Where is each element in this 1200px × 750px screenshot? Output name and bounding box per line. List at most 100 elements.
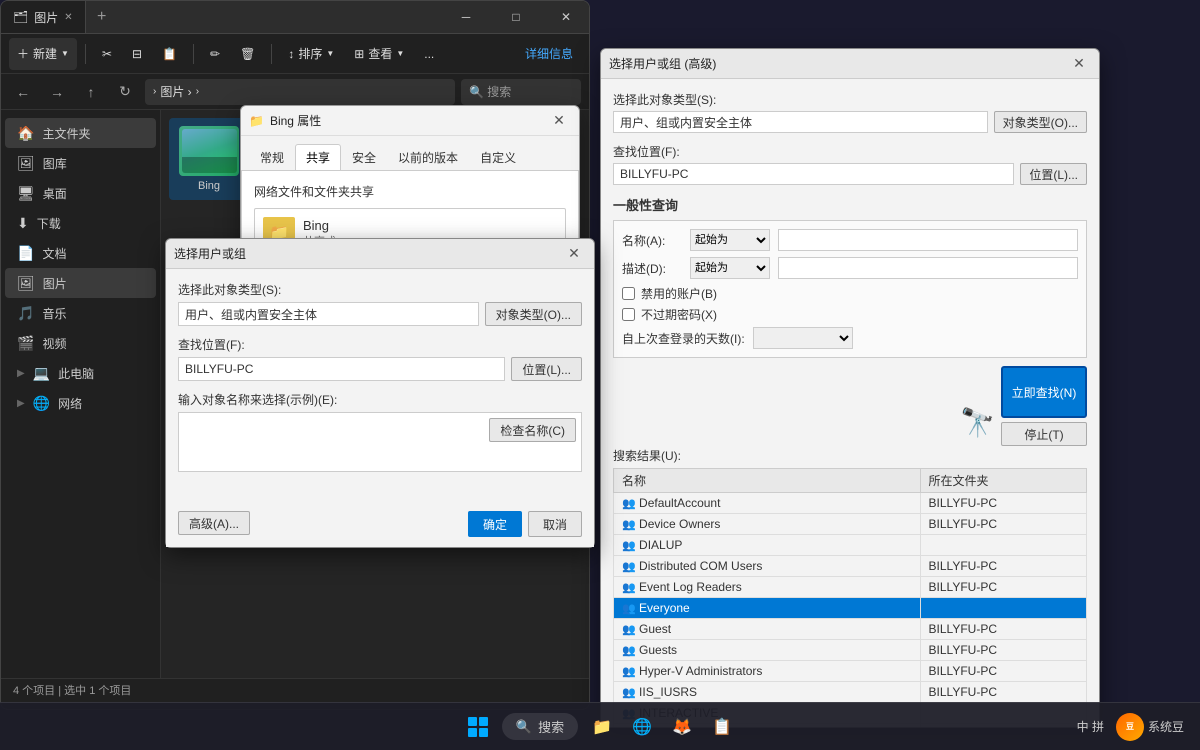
sud-close[interactable]: ✕ [562,242,586,266]
taskbar-app-icon-2[interactable]: 🦊 [666,711,698,743]
logo-bl [468,728,477,737]
adv-type-button[interactable]: 对象类型(O)... [994,111,1087,133]
file-thumbnail [179,126,239,176]
table-row[interactable]: 👥 Hyper-V AdministratorsBILLYFU-PC [614,661,1087,682]
minimize-button[interactable]: ─ [443,1,489,33]
status-bar: 4 个项目 | 选中 1 个项目 [1,678,589,700]
maximize-button[interactable]: □ [493,1,539,33]
new-tab-button[interactable]: + [86,1,118,33]
disabled-label: 禁用的账户(B) [641,285,717,302]
tab-general[interactable]: 常规 [249,144,295,170]
sud-ok-button[interactable]: 确定 [468,511,522,537]
view-button[interactable]: ⊞ 查看 ▼ [346,38,412,70]
new-button[interactable]: ＋ 新建 ▼ [9,38,77,70]
desc-input[interactable] [778,257,1078,279]
sidebar-item-home[interactable]: 🏠 主文件夹 [5,118,156,148]
address-path[interactable]: › 图片 › › [145,79,455,105]
search-box[interactable]: 🔍 搜索 [461,79,581,105]
taskbar-app-icon-1[interactable]: 🌐 [626,711,658,743]
sidebar-item-desktop[interactable]: 🖥 桌面 [5,178,156,208]
sidebar-item-documents[interactable]: 📄 文档 [5,238,156,268]
chevron-down-icon: ▼ [61,49,69,58]
more-button[interactable]: ... [416,38,442,70]
table-row[interactable]: 👥 GuestsBILLYFU-PC [614,640,1087,661]
table-row[interactable]: 👥 Event Log ReadersBILLYFU-PC [614,577,1087,598]
sidebar-item-music[interactable]: 🎵 音乐 [5,298,156,328]
back-button[interactable]: ← [9,78,37,106]
check-names-button[interactable]: 检查名称(C) [489,418,576,442]
row-name: 👥 Hyper-V Administrators [614,661,921,682]
stop-button[interactable]: 停止(T) [1001,422,1087,446]
table-row[interactable]: 👥 DIALUP [614,535,1087,556]
disabled-checkbox[interactable] [622,287,635,300]
adv-location-button[interactable]: 位置(L)... [1020,163,1087,185]
name-select[interactable]: 起始为 [690,229,770,251]
sud-footer: 高级(A)... 确定 取消 [166,505,594,547]
table-row[interactable]: 👥 DefaultAccountBILLYFU-PC [614,493,1087,514]
tab-custom[interactable]: 自定义 [469,144,527,170]
sort-button[interactable]: ↕ 排序 ▼ [280,38,342,70]
sidebar-item-videos[interactable]: 🎬 视频 [5,328,156,358]
row-name: 👥 IIS_IUSRS [614,682,921,703]
taskbar-search[interactable]: 🔍 搜索 [502,713,578,740]
delete-button[interactable]: 🗑 [232,38,263,70]
taskbar-app-icon-3[interactable]: 📋 [706,711,738,743]
name-input[interactable] [778,229,1078,251]
tab-share[interactable]: 共享 [295,144,341,170]
search-placeholder: 搜索 [538,717,564,736]
user-icon: 👥 [622,519,636,531]
file-item-bing[interactable]: Bing [169,118,249,200]
sidebar-item-gallery[interactable]: 🖼 图库 [5,148,156,178]
copy-button[interactable]: ⊟ [124,38,150,70]
table-row[interactable]: 👥 GuestBILLYFU-PC [614,619,1087,640]
user-icon: 👥 [622,603,636,615]
sud-type-button[interactable]: 对象类型(O)... [485,302,582,326]
desc-select[interactable]: 起始为 [690,257,770,279]
general-query-box: 名称(A): 起始为 描述(D): 起始为 禁用的账户(B) 不过期密码(X) [613,220,1087,358]
taskbar-explorer-icon[interactable]: 📁 [586,711,618,743]
tab-security[interactable]: 安全 [341,144,387,170]
days-select[interactable] [753,327,853,349]
sidebar-item-downloads[interactable]: ⬇ 下载 [5,208,156,238]
tab-close-icon[interactable]: ✕ [64,12,72,23]
up-button[interactable]: ↑ [77,78,105,106]
user-icon: 👥 [622,624,636,636]
no-expire-checkbox[interactable] [622,308,635,321]
row-location: BILLYFU-PC [920,493,1086,514]
details-button[interactable]: 详细信息 [517,38,581,70]
pc-icon: 💻 [33,365,50,382]
explorer-tab[interactable]: 🗂 图片 ✕ [1,1,86,33]
sidebar-item-pictures[interactable]: 🖼 图片 [5,268,156,298]
network-icon: 🌐 [33,395,50,412]
table-row[interactable]: 👥 IIS_IUSRSBILLYFU-PC [614,682,1087,703]
row-location: BILLYFU-PC [920,640,1086,661]
home-icon: 🏠 [17,125,34,142]
rename-button[interactable]: ✏ [202,38,228,70]
user-icon: 👥 [622,687,636,699]
user-icon: 👥 [622,540,636,552]
row-location [920,598,1086,619]
cut-button[interactable]: ✂ [94,38,120,70]
sud-location-button[interactable]: 位置(L)... [511,357,582,381]
bing-dialog-close[interactable]: ✕ [547,109,571,133]
close-button[interactable]: ✕ [543,1,589,33]
sud-cancel-button[interactable]: 取消 [528,511,582,537]
refresh-button[interactable]: ↻ [111,78,139,106]
table-row[interactable]: 👥 Device OwnersBILLYFU-PC [614,514,1087,535]
start-button[interactable] [462,711,494,743]
results-table: 名称 所在文件夹 👥 DefaultAccountBILLYFU-PC👥 Dev… [613,468,1087,727]
adv-type-row: 用户、组或内置安全主体 对象类型(O)... [613,111,1087,133]
table-row[interactable]: 👥 Everyone [614,598,1087,619]
adv-close[interactable]: ✕ [1067,52,1091,76]
forward-button[interactable]: → [43,78,71,106]
sidebar-item-network[interactable]: ▶ 🌐 网络 [5,388,156,418]
tab-previous[interactable]: 以前的版本 [387,144,469,170]
advanced-button[interactable]: 高级(A)... [178,511,250,535]
chevron-down-icon-view: ▼ [396,49,404,58]
toolbar-separator [85,44,86,64]
paste-button[interactable]: 📋 [154,38,185,70]
search-now-button[interactable]: 立即查找(N) [1001,366,1087,418]
adv-content: 选择此对象类型(S): 用户、组或内置安全主体 对象类型(O)... 查找位置(… [601,79,1099,727]
table-row[interactable]: 👥 Distributed COM UsersBILLYFU-PC [614,556,1087,577]
sidebar-item-thispc[interactable]: ▶ 💻 此电脑 [5,358,156,388]
